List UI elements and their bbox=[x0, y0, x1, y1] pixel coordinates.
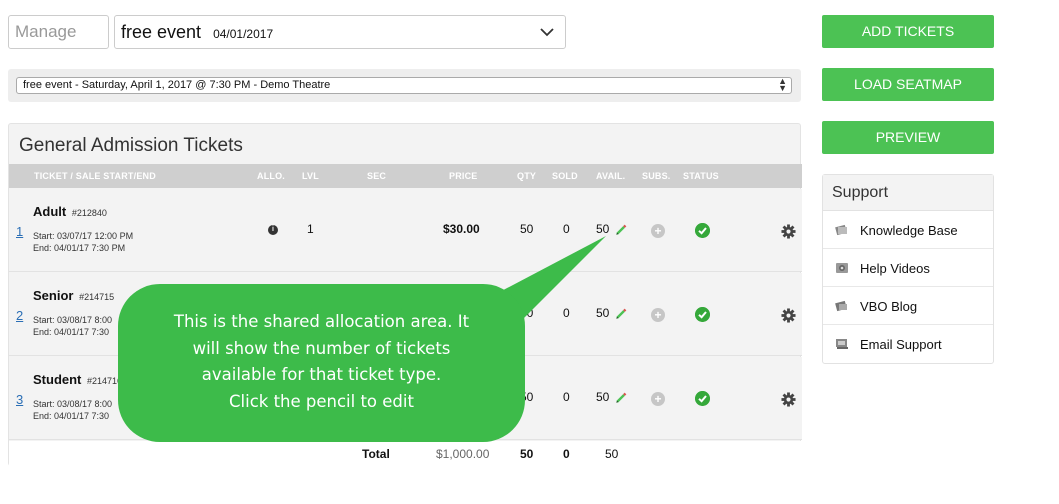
total-qty: 50 bbox=[520, 447, 534, 461]
col-sold: SOLD bbox=[552, 171, 578, 181]
col-qty: QTY bbox=[517, 171, 537, 181]
total-price: $1,000.00 bbox=[436, 447, 490, 461]
event-select[interactable]: free event 04/01/2017 bbox=[114, 15, 566, 49]
pencil-icon[interactable] bbox=[615, 224, 627, 236]
table-header: TICKET / SALE START/END ALLO. LVL SEC PR… bbox=[9, 164, 802, 188]
col-lvl: LVL bbox=[302, 171, 319, 181]
preview-button[interactable]: PREVIEW bbox=[822, 121, 994, 154]
status-check-icon bbox=[695, 391, 710, 406]
performance-select[interactable]: free event - Saturday, April 1, 2017 @ 7… bbox=[16, 77, 792, 94]
video-icon bbox=[836, 263, 848, 273]
ticket-name: Adult #212840 bbox=[33, 204, 107, 219]
ticket-end: End: 04/01/17 7:30 PM bbox=[33, 243, 126, 253]
col-status: STATUS bbox=[683, 171, 719, 181]
ticket-link[interactable]: 1 bbox=[16, 224, 23, 239]
support-item-knowledge-base[interactable]: Knowledge Base bbox=[823, 211, 993, 249]
support-title: Support bbox=[823, 175, 993, 211]
callout-line: available for that ticket type. bbox=[201, 365, 442, 384]
status-check-icon bbox=[695, 223, 710, 238]
manage-input[interactable]: Manage bbox=[8, 15, 109, 49]
ticket-avail: 50 bbox=[596, 306, 610, 320]
ticket-lvl: 1 bbox=[307, 222, 314, 236]
ticket-end: End: 04/01/17 7:30 bbox=[33, 327, 110, 337]
ticket-name: Senior #214715 bbox=[33, 288, 115, 303]
ticket-id: #214715 bbox=[79, 292, 115, 302]
support-item-label: VBO Blog bbox=[860, 299, 918, 314]
blog-icon bbox=[835, 300, 847, 312]
add-sub-icon[interactable]: + bbox=[651, 308, 665, 322]
callout-text: This is the shared allocation area. It w… bbox=[118, 309, 525, 415]
performance-label: free event - Saturday, April 1, 2017 @ 7… bbox=[23, 79, 331, 91]
ticket-id: #214716 bbox=[87, 376, 123, 386]
ticket-price: $30.00 bbox=[443, 222, 480, 236]
col-ticket: TICKET / SALE START/END bbox=[34, 171, 156, 181]
book-icon bbox=[835, 224, 847, 236]
callout-line: will show the number of tickets bbox=[192, 338, 451, 358]
ticket-sold: 0 bbox=[563, 222, 570, 236]
ticket-avail: 50 bbox=[596, 390, 610, 404]
load-seatmap-button[interactable]: LOAD SEATMAP bbox=[822, 68, 994, 101]
pencil-icon[interactable] bbox=[615, 308, 627, 320]
total-sold: 0 bbox=[563, 447, 570, 461]
ticket-end: End: 04/01/17 7:30 bbox=[33, 411, 110, 421]
support-item-label: Knowledge Base bbox=[860, 223, 958, 238]
ticket-link[interactable]: 3 bbox=[16, 392, 23, 407]
total-row: Total $1,000.00 50 0 50 bbox=[9, 441, 802, 467]
panel-title: General Admission Tickets bbox=[19, 135, 243, 156]
ticket-start: Start: 03/07/17 12:00 PM bbox=[33, 231, 134, 241]
ticket-name: Student #214716 bbox=[33, 372, 123, 387]
support-item-vbo-blog[interactable]: VBO Blog bbox=[823, 287, 993, 325]
ticket-sold: 0 bbox=[563, 306, 570, 320]
add-tickets-button[interactable]: ADD TICKETS bbox=[822, 15, 994, 48]
ticket-avail: 50 bbox=[596, 222, 610, 236]
support-item-label: Help Videos bbox=[860, 261, 930, 276]
col-subs: SUBS. bbox=[642, 171, 671, 181]
support-item-label: Email Support bbox=[860, 337, 942, 352]
ticket-sold: 0 bbox=[563, 390, 570, 404]
ticket-start: Start: 03/08/17 8:00 bbox=[33, 399, 113, 409]
total-avail: 50 bbox=[605, 447, 619, 461]
callout-line: Click the pencil to edit bbox=[229, 391, 414, 411]
support-item-help-videos[interactable]: Help Videos bbox=[823, 249, 993, 287]
col-allo: ALLO. bbox=[257, 171, 285, 181]
ticket-id: #212840 bbox=[71, 208, 107, 218]
event-date: 04/01/2017 bbox=[213, 26, 274, 41]
ticket-start: Start: 03/08/17 8:00 bbox=[33, 315, 113, 325]
status-check-icon bbox=[695, 307, 710, 322]
support-panel: Support Knowledge Base Help Videos VBO B… bbox=[822, 174, 994, 364]
callout-line: This is the shared allocation area. It bbox=[173, 312, 470, 331]
chevron-down-icon bbox=[540, 28, 554, 37]
support-item-email-support[interactable]: Email Support bbox=[823, 325, 993, 363]
gear-icon[interactable] bbox=[781, 392, 796, 407]
event-name: free event bbox=[121, 21, 202, 42]
total-label: Total bbox=[362, 447, 390, 461]
add-sub-icon[interactable]: + bbox=[651, 224, 665, 238]
ticket-qty: 50 bbox=[520, 222, 534, 236]
col-price: PRICE bbox=[449, 171, 478, 181]
gear-icon[interactable] bbox=[781, 308, 796, 323]
pencil-icon[interactable] bbox=[615, 392, 627, 404]
ticket-link[interactable]: 2 bbox=[16, 308, 23, 323]
email-icon bbox=[836, 339, 848, 349]
performance-bar: free event - Saturday, April 1, 2017 @ 7… bbox=[8, 69, 801, 102]
info-icon[interactable]: i bbox=[268, 225, 278, 235]
table-row: 1 Adult #212840 Start: 03/07/17 12:00 PM… bbox=[9, 189, 802, 272]
gear-icon[interactable] bbox=[781, 224, 796, 239]
col-avail: AVAIL. bbox=[596, 171, 626, 181]
add-sub-icon[interactable]: + bbox=[651, 392, 665, 406]
select-arrows-icon: ▲ ▼ bbox=[778, 76, 787, 93]
col-sec: SEC bbox=[367, 171, 387, 181]
